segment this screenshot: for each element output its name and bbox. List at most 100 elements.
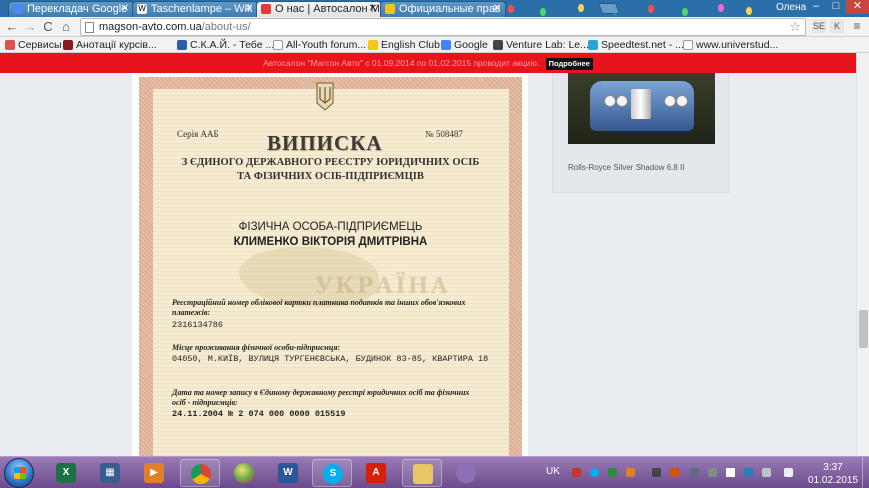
taskbar-media-player[interactable]: ▶ [134,459,174,487]
antivirus-tray-icon[interactable] [572,468,581,477]
car-photo[interactable] [568,73,715,144]
device-tray-icon[interactable] [708,468,717,477]
university-icon [63,40,73,50]
tab-wikipedia[interactable]: W Taschenlampe – Wik ✕ [132,1,258,17]
taskbar-explorer[interactable] [402,459,442,487]
clock-date[interactable]: 01.02.2015 [808,475,858,486]
folder-icon [413,464,433,484]
taskbar-chrome[interactable] [180,459,220,487]
bookmark-english-club[interactable]: English Club [368,38,440,52]
address-bar[interactable]: magson-avto.com.ua/about-us/ ☆ [80,18,806,36]
site-icon [177,40,187,50]
forward-button[interactable]: → [22,19,38,35]
display-tray-icon[interactable] [652,468,661,477]
google-icon [441,40,451,50]
ball-icon [234,463,254,483]
paint-icon [456,463,476,483]
bookmark-label: С.К.А.Й. - Тебе ... [190,39,275,51]
site-favicon-icon [261,4,271,14]
bookmark-universtud[interactable]: www.universtud... [683,38,778,52]
bookmark-google[interactable]: Google [441,38,488,52]
registry-extract-image: УКРАЇНА Серія ААБ № 508487 ВИПИСКА З ЄДИ… [139,77,522,456]
bookmarks-bar: Сервисы Анотації курсів... С.К.А.Й. - Те… [0,37,869,53]
document-number: № 508487 [425,129,463,139]
registry-record-label: Дата та номер запису в Єдиному державном… [172,388,470,407]
taskbar-ball-app[interactable] [224,459,264,487]
close-tab-icon[interactable]: ✕ [121,2,129,16]
tax-number-value: 2316134786 [172,320,224,330]
show-desktop-button[interactable] [862,457,869,488]
headlight-shape [676,95,688,107]
back-button[interactable]: ← [4,19,20,35]
taskbar-video[interactable]: ▦ [90,459,130,487]
tab-label: Taschenlampe – Wik [151,3,253,15]
close-tab-icon[interactable]: ✕ [245,2,253,16]
bookmark-label: All-Youth forum... [286,39,367,51]
browser-toolbar: ← → C ⌂ magson-avto.com.ua/about-us/ ☆ S… [0,17,869,37]
bookmark-label: Google [454,39,488,51]
page-scrollbar[interactable] [856,53,869,456]
scrollbar-thumb[interactable] [859,310,868,348]
tab-strip: Перекладач Google ✕ W Taschenlampe – Wik… [0,0,869,17]
user-name[interactable]: Олена [776,2,806,13]
registry-record-value: 24.11.2004 № 2 074 000 0000 015519 [172,409,346,419]
bookmark-course-annotations[interactable]: Анотації курсів... [63,38,157,52]
page-icon [683,40,693,50]
signal-tray-icon[interactable] [784,468,793,477]
taskbar-pdf-reader[interactable]: A [356,459,396,487]
tab-about-us[interactable]: О нас | Автосалон М ✕ [256,1,382,17]
skype-tray-icon[interactable] [590,468,599,477]
document-heading: ВИПИСКА [267,131,383,155]
minimize-button[interactable]: – [806,0,826,14]
taskbar-excel[interactable]: X [46,459,86,487]
taskbar-paint[interactable] [446,459,486,487]
home-button[interactable]: ⌂ [58,19,74,35]
tax-number-label: Реєстраційний номер облікової картки пла… [172,298,466,317]
sidebar-car-card[interactable]: Rolls-Royce Silver Shadow 6.8 II [552,73,729,193]
reload-button[interactable]: C [40,19,56,35]
menu-icon[interactable]: ≡ [850,19,864,33]
update-tray-icon[interactable] [608,468,617,477]
bookmark-label: English Club [381,39,440,51]
chrome-icon [191,464,211,484]
tab-label: Перекладач Google [27,3,128,15]
network-tray-icon[interactable] [744,468,753,477]
url-host: magson-avto.com.ua [99,21,202,33]
audio-manager-tray-icon[interactable] [670,468,679,477]
language-indicator[interactable]: UK [546,466,560,477]
bookmark-speedtest[interactable]: Speedtest.net - ... [588,38,684,52]
bookmark-label: Анотації курсів... [76,39,157,51]
bookmark-skai[interactable]: С.К.А.Й. - Тебе ... [177,38,274,52]
close-tab-icon[interactable]: ✕ [369,2,377,16]
utility-tray-icon[interactable] [626,468,635,477]
trident-emblem-icon [316,82,334,111]
taskbar-skype[interactable]: S [312,459,352,487]
bookmark-venture-lab[interactable]: Venture Lab: Le... [493,38,589,52]
taskbar-word[interactable]: W [268,459,308,487]
headlight-shape [664,95,676,107]
url-text[interactable]: magson-avto.com.ua/about-us/ [99,21,251,33]
document-subtitle-2: ТА ФІЗИЧНИХ ОСІБ-ПІДПРИЄМЦІВ [237,171,424,182]
close-window-button[interactable]: ✕ [846,0,869,14]
promo-more-button[interactable]: Подробнее [545,57,593,70]
page-viewport: Автосалон "Магсон Авто" с 01.09.2014 по … [0,53,869,456]
bookmark-services[interactable]: Сервисы [5,38,62,52]
car-caption[interactable]: Rolls-Royce Silver Shadow 6.8 II [568,163,685,172]
bookmark-star-icon[interactable]: ☆ [789,19,801,35]
clock-time[interactable]: 3:37 [813,462,853,473]
volume-tray-icon[interactable] [762,468,771,477]
bookmark-label: Venture Lab: Le... [506,39,589,51]
media-player-icon: ▶ [144,463,164,483]
windows-taskbar: X ▦ ▶ W S A UK 3:37 01.02.2015 [0,456,869,488]
new-tab-button[interactable] [597,3,621,14]
k-extension-icon[interactable]: K [830,19,844,33]
maximize-button[interactable]: □ [826,0,846,14]
tab-google-translate[interactable]: Перекладач Google ✕ [8,1,134,17]
se-extension-icon[interactable]: SE [812,19,826,33]
start-button[interactable] [4,458,34,488]
residence-label: Місце проживання фізичної особи-підприєм… [172,343,341,352]
url-path: /about-us/ [201,21,251,33]
battery-tray-icon[interactable] [690,468,699,477]
action-center-flag-icon[interactable] [726,468,735,477]
bookmark-all-youth-forum[interactable]: All-Youth forum... [273,38,366,52]
